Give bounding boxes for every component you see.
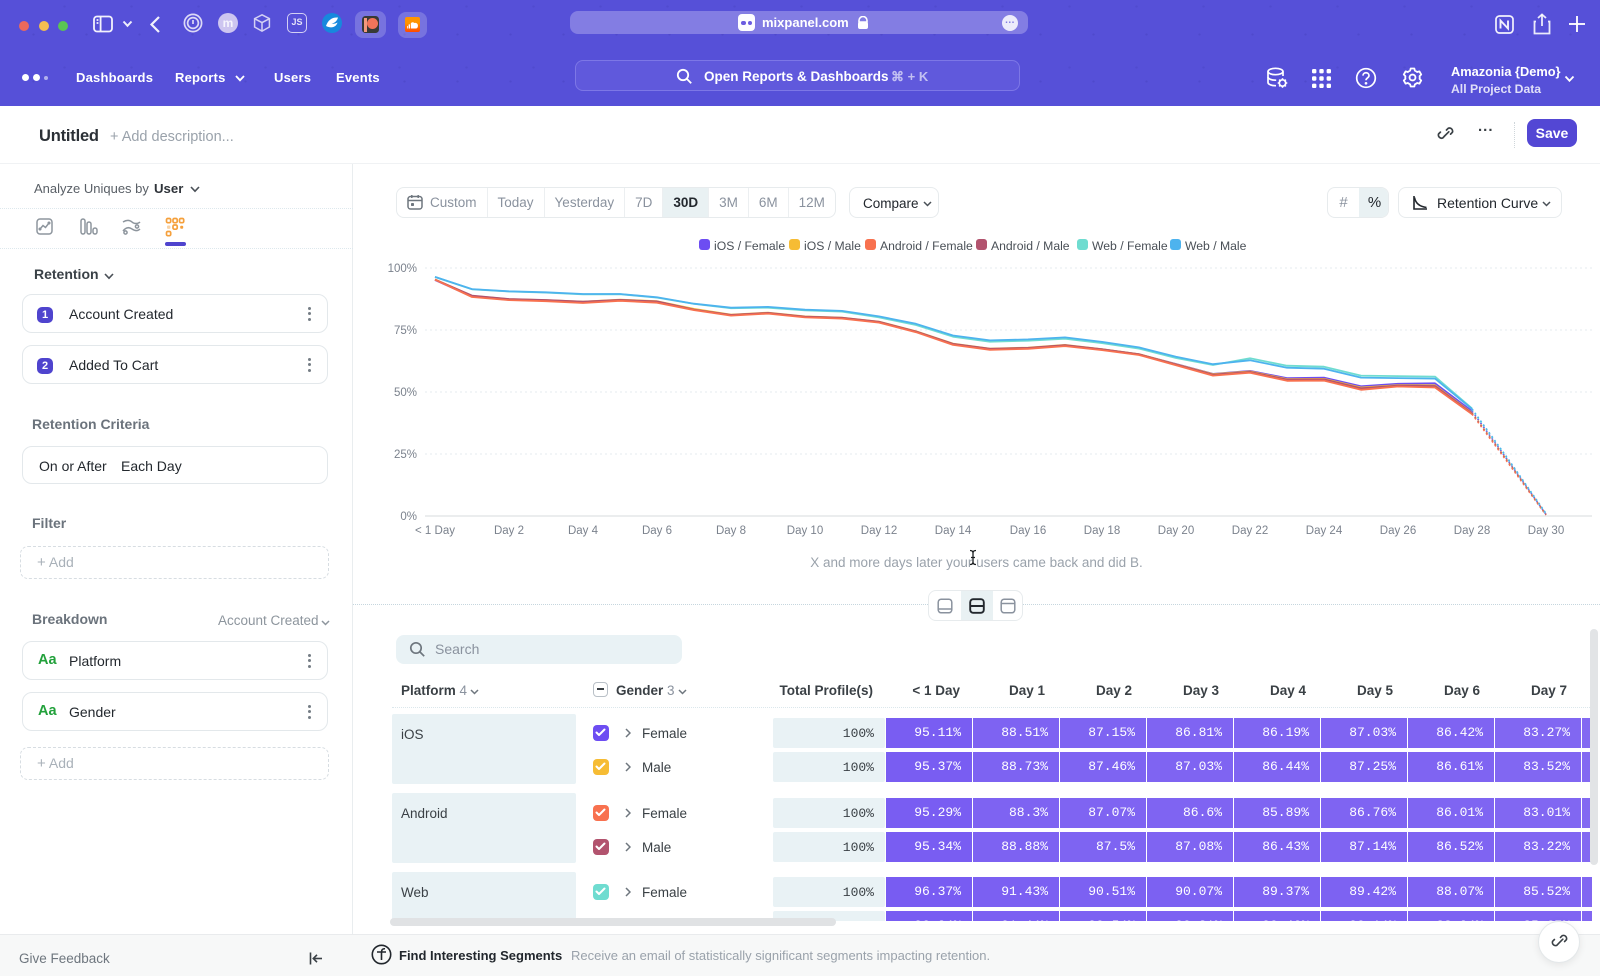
- svg-text:Day 14: Day 14: [935, 525, 972, 537]
- svg-text:Day 2: Day 2: [494, 525, 524, 537]
- svg-text:Day 12: Day 12: [861, 525, 897, 537]
- svg-text:100%: 100%: [388, 263, 417, 275]
- svg-text:Day 26: Day 26: [1380, 525, 1416, 537]
- svg-text:< 1 Day: < 1 Day: [415, 525, 455, 537]
- svg-text:Day 16: Day 16: [1010, 525, 1046, 537]
- svg-text:Day 20: Day 20: [1158, 525, 1194, 537]
- svg-text:Day 28: Day 28: [1454, 525, 1490, 537]
- svg-text:0%: 0%: [400, 511, 417, 523]
- svg-text:Day 6: Day 6: [642, 525, 672, 537]
- svg-text:Day 24: Day 24: [1306, 525, 1343, 537]
- svg-text:Day 10: Day 10: [787, 525, 823, 537]
- svg-text:Day 30: Day 30: [1528, 525, 1564, 537]
- svg-text:Day 8: Day 8: [716, 525, 746, 537]
- svg-text:25%: 25%: [394, 449, 417, 461]
- svg-text:Day 18: Day 18: [1084, 525, 1120, 537]
- svg-text:Day 22: Day 22: [1232, 525, 1268, 537]
- svg-text:50%: 50%: [394, 387, 417, 399]
- svg-text:75%: 75%: [394, 325, 417, 337]
- svg-text:Day 4: Day 4: [568, 525, 599, 537]
